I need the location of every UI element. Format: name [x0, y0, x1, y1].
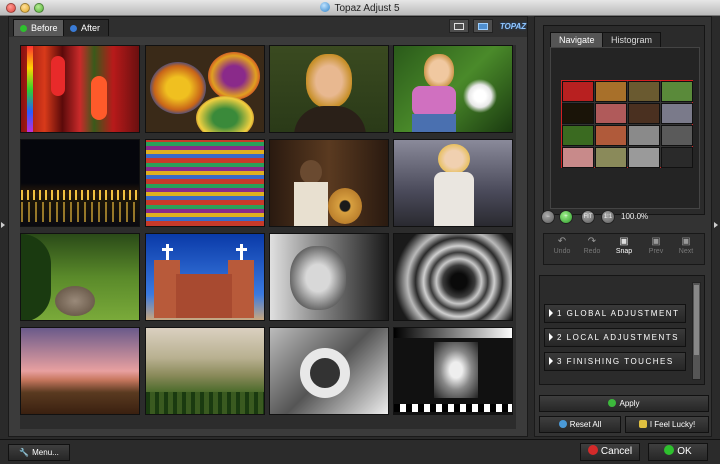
- photo-painted-plates[interactable]: [145, 45, 265, 133]
- topaz-app-icon: [320, 2, 331, 12]
- window-title: Topaz Adjust 5: [0, 2, 720, 14]
- collapse-left-arrow-icon[interactable]: [1, 222, 5, 228]
- lucky-icon: [638, 420, 647, 428]
- undo-button[interactable]: ↶ Undo: [548, 236, 576, 264]
- title-bar: Topaz Adjust 5: [0, 0, 720, 16]
- global-adjustment-section[interactable]: 1 GLOBAL ADJUSTMENT: [544, 304, 686, 323]
- tab-after-label: After: [81, 23, 101, 33]
- reset-all-label: Reset All: [569, 420, 602, 429]
- global-adjustment-label: 1 GLOBAL ADJUSTMENT: [557, 309, 680, 318]
- snap-button[interactable]: ▣ Snap: [610, 236, 638, 264]
- undo-label: Undo: [553, 248, 571, 255]
- photo-pink-sunset-hills[interactable]: [20, 327, 140, 415]
- photo-bw-portrait[interactable]: [269, 233, 389, 321]
- bottom-bar: 🔧 Menu... Cancel OK: [0, 439, 720, 464]
- cancel-x-icon: [587, 445, 598, 455]
- next-snapshot-button[interactable]: ▣ Next: [672, 236, 700, 264]
- menu-label: Menu...: [32, 448, 59, 457]
- scrollbar-thumb[interactable]: [694, 285, 699, 355]
- expand-arrow-icon: [549, 332, 553, 341]
- photo-adobe-church[interactable]: [145, 233, 265, 321]
- next-icon: ▣: [681, 236, 691, 247]
- ok-check-icon: [664, 445, 675, 455]
- navigator-thumbnail[interactable]: [561, 80, 693, 168]
- photo-garden-with-urn[interactable]: [20, 233, 140, 321]
- split-view-button[interactable]: [473, 19, 493, 33]
- zoom-out-button[interactable]: −: [541, 210, 555, 224]
- cancel-button[interactable]: Cancel: [580, 443, 640, 461]
- tab-after[interactable]: After: [63, 19, 110, 36]
- navigator-view[interactable]: [550, 47, 700, 209]
- window-title-text: Topaz Adjust 5: [334, 3, 400, 14]
- zoom-controls: − + FIT 1:1 100.0%: [541, 209, 707, 225]
- photo-portrait-woman[interactable]: [269, 45, 389, 133]
- photo-girl-with-flowers[interactable]: [393, 45, 513, 133]
- local-adjustments-section[interactable]: 2 LOCAL ADJUSTMENTS: [544, 328, 686, 347]
- split-view-icon: [478, 23, 488, 30]
- tab-histogram[interactable]: Histogram: [602, 32, 662, 47]
- single-view-button[interactable]: [449, 19, 469, 33]
- zoom-level: 100.0%: [621, 212, 649, 221]
- photo-chili-peppers[interactable]: [20, 45, 140, 133]
- finishing-touches-label: 3 FINISHING TOUCHES: [557, 357, 674, 366]
- zoom-fit-button[interactable]: FIT: [581, 210, 595, 224]
- cancel-label: Cancel: [600, 446, 633, 457]
- photo-grid: [20, 45, 516, 429]
- photo-test-chart[interactable]: [393, 327, 513, 415]
- photo-city-night-lights[interactable]: [20, 139, 140, 227]
- photo-blonde-woman[interactable]: [393, 139, 513, 227]
- feel-lucky-label: I Feel Lucky!: [649, 420, 696, 429]
- reset-all-button[interactable]: Reset All: [539, 416, 621, 433]
- adjustments-list: 1 GLOBAL ADJUSTMENT 2 LOCAL ADJUSTMENTS …: [539, 275, 705, 385]
- topaz-logo: TOPAZ: [499, 22, 527, 31]
- apply-label: Apply: [619, 399, 640, 408]
- before-dot-icon: [20, 24, 27, 32]
- ok-button[interactable]: OK: [648, 443, 708, 461]
- after-dot-icon: [70, 24, 77, 32]
- redo-button[interactable]: ↷ Redo: [578, 236, 606, 264]
- undo-icon: ↶: [557, 236, 567, 247]
- snap-label: Snap: [615, 248, 633, 255]
- tab-before[interactable]: Before: [13, 19, 67, 36]
- local-adjustments-label: 2 LOCAL ADJUSTMENTS: [557, 333, 680, 342]
- expand-arrow-icon: [549, 356, 553, 365]
- wrench-icon: 🔧: [19, 448, 30, 457]
- ok-label: OK: [677, 446, 692, 457]
- next-label: Next: [678, 248, 694, 255]
- zoom-1to1-button[interactable]: 1:1: [601, 210, 615, 224]
- apply-button[interactable]: Apply: [539, 395, 709, 412]
- adjustments-scrollbar[interactable]: [692, 282, 701, 380]
- reset-icon: [558, 420, 567, 428]
- previous-icon: ▣: [651, 236, 661, 247]
- zoom-in-button[interactable]: +: [559, 210, 573, 224]
- controls-panel: Navigate Histogram − + FIT 1:1 100.0% ↶ …: [534, 16, 712, 437]
- photo-woven-textiles[interactable]: [145, 139, 265, 227]
- prev-snapshot-button[interactable]: ▣ Prev: [642, 236, 670, 264]
- tab-navigate[interactable]: Navigate: [550, 32, 604, 47]
- collapse-right-arrow-icon[interactable]: [714, 222, 718, 228]
- snapshot-icon: ▣: [619, 236, 629, 247]
- preview-tab-bar: Before After TOPAZ: [9, 17, 527, 37]
- navigator-box: Navigate Histogram: [543, 25, 705, 215]
- photo-rolling-farmland[interactable]: [145, 327, 265, 415]
- prev-label: Prev: [648, 248, 664, 255]
- redo-icon: ↷: [587, 236, 597, 247]
- photo-bw-scooter[interactable]: [269, 327, 389, 415]
- preview-panel: Before After TOPAZ: [8, 16, 528, 437]
- checkmark-icon: [608, 399, 617, 407]
- redo-label: Redo: [583, 248, 601, 255]
- photo-spiral-staircase[interactable]: [393, 233, 513, 321]
- photo-guitar-player[interactable]: [269, 139, 389, 227]
- feel-lucky-button[interactable]: I Feel Lucky!: [625, 416, 709, 433]
- menu-button[interactable]: 🔧 Menu...: [8, 444, 70, 461]
- expand-arrow-icon: [549, 308, 553, 317]
- single-view-icon: [454, 23, 464, 30]
- tab-before-label: Before: [31, 23, 58, 33]
- history-toolbar: ↶ Undo ↷ Redo ▣ Snap ▣ Prev ▣ Next: [543, 233, 705, 265]
- finishing-touches-section[interactable]: 3 FINISHING TOUCHES: [544, 352, 686, 371]
